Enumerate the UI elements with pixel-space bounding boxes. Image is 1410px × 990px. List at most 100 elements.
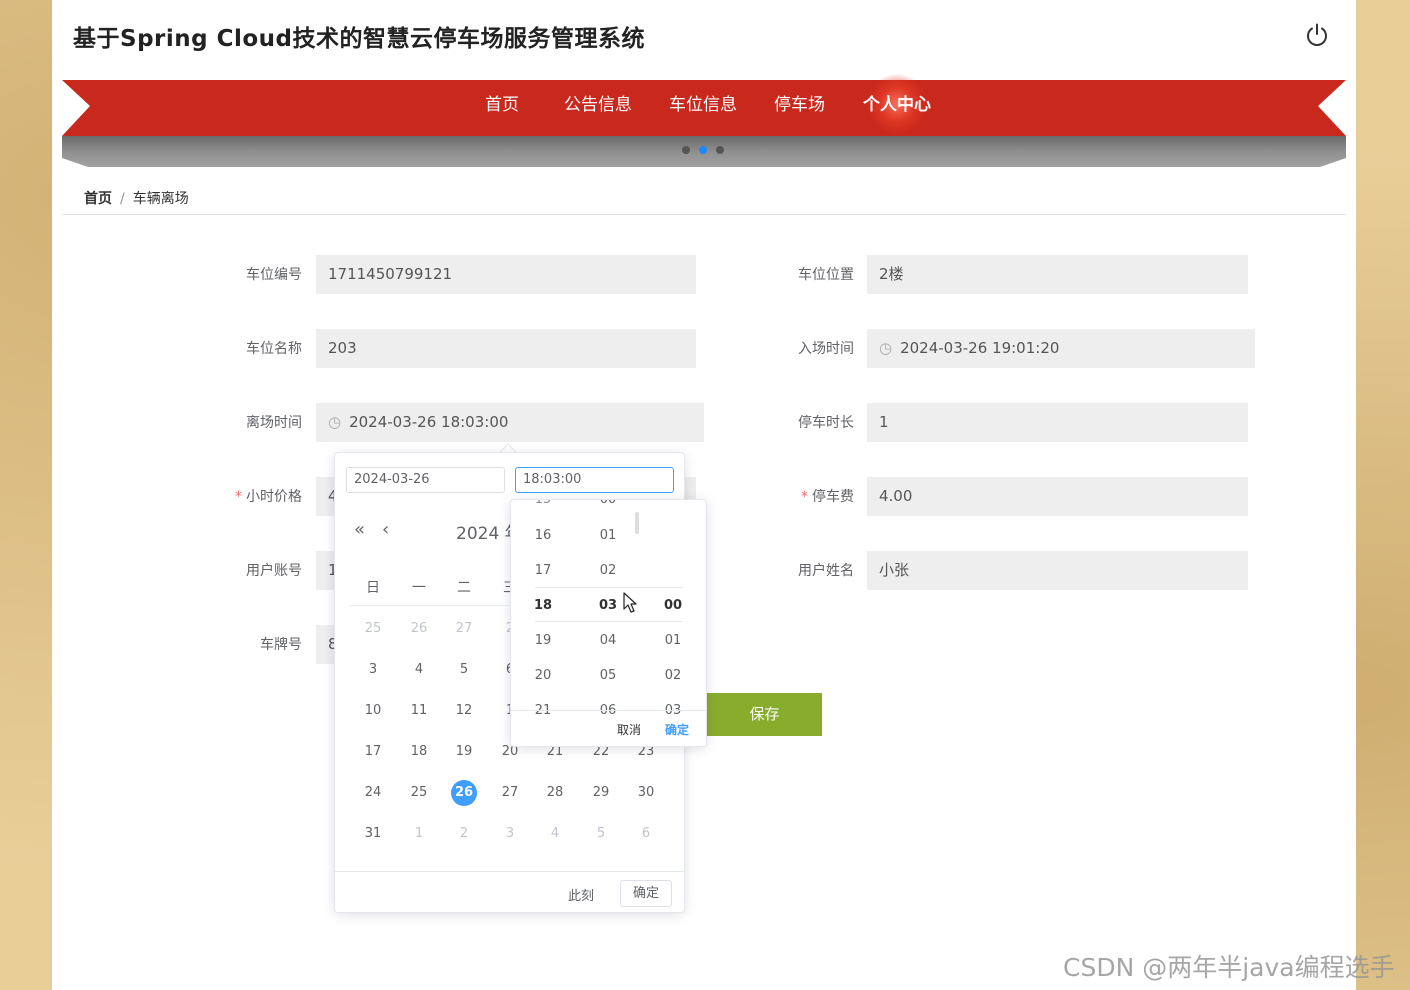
calendar-day[interactable]: 29 <box>586 780 616 806</box>
breadcrumb: 首页 / 车辆离场 <box>84 188 189 208</box>
calendar-day[interactable]: 11 <box>404 698 434 724</box>
space-location-field[interactable]: 2楼 <box>867 255 1248 294</box>
duration-field[interactable]: 1 <box>867 403 1248 442</box>
space-name-label: 车位名称 <box>246 341 302 357</box>
picker-confirm-button[interactable]: 确定 <box>620 880 672 907</box>
calendar-day[interactable]: 12 <box>449 698 479 724</box>
weekday-sun: 日 <box>366 580 380 596</box>
calendar-day[interactable]: 24 <box>358 780 388 806</box>
breadcrumb-separator: / <box>120 191 125 207</box>
calendar-day[interactable]: 30 <box>631 780 661 806</box>
second-option-selected[interactable]: 00 <box>653 598 693 613</box>
calendar-day[interactable]: 19 <box>449 739 479 765</box>
user-name-label: 用户姓名 <box>798 563 854 579</box>
selection-line-top <box>535 587 683 588</box>
calendar-day[interactable]: 31 <box>358 821 388 847</box>
save-button[interactable]: 保存 <box>707 693 822 736</box>
calendar-day[interactable]: 3 <box>495 821 525 847</box>
selection-line-bottom <box>535 621 683 622</box>
space-number-field[interactable]: 1711450799121 <box>316 255 696 294</box>
user-account-label: 用户账号 <box>246 563 302 579</box>
hourly-price-label: * 小时价格 <box>235 489 302 505</box>
hour-option[interactable]: 19 <box>523 633 563 648</box>
carousel-strip <box>62 136 1346 167</box>
site-title: 基于Spring Cloud技术的智慧云停车场服务管理系统 <box>73 26 646 52</box>
minute-option[interactable]: 00 <box>588 500 628 507</box>
calendar-day[interactable]: 26 <box>404 616 434 642</box>
space-number-label: 车位编号 <box>246 267 302 283</box>
carousel-dot-1[interactable] <box>682 146 690 154</box>
prev-year-icon[interactable]: « <box>354 519 365 540</box>
space-location-label: 车位位置 <box>798 267 854 283</box>
hour-option[interactable]: 17 <box>523 563 563 578</box>
nav-item-personal-center[interactable]: 个人中心 <box>863 90 931 115</box>
second-option[interactable]: 01 <box>653 633 693 648</box>
minute-option[interactable]: 01 <box>588 528 628 543</box>
top-header: 基于Spring Cloud技术的智慧云停车场服务管理系统 <box>52 0 1356 70</box>
hour-option[interactable]: 16 <box>523 528 563 543</box>
weekday-tue: 二 <box>457 580 471 596</box>
nav-item-spaces[interactable]: 车位信息 <box>669 90 737 115</box>
calendar-day[interactable]: 3 <box>358 657 388 683</box>
carousel-dot-2[interactable] <box>699 146 707 154</box>
breadcrumb-divider <box>62 214 1346 215</box>
carousel-dot-3[interactable] <box>716 146 724 154</box>
picker-date-input[interactable]: 2024-03-26 <box>346 467 505 493</box>
calendar-day[interactable]: 27 <box>495 780 525 806</box>
duration-label: 停车时长 <box>798 415 854 431</box>
required-mark: * <box>801 489 808 505</box>
calendar-day[interactable]: 25 <box>404 780 434 806</box>
calendar-day[interactable]: 6 <box>631 821 661 847</box>
calendar-day[interactable]: 4 <box>540 821 570 847</box>
breadcrumb-home[interactable]: 首页 <box>84 191 112 207</box>
calendar-day[interactable]: 2 <box>449 821 479 847</box>
power-icon[interactable] <box>1304 22 1330 48</box>
user-name-field[interactable]: 小张 <box>867 551 1248 590</box>
calendar-day[interactable]: 1 <box>404 821 434 847</box>
scrollbar[interactable] <box>635 512 639 534</box>
minute-option[interactable]: 05 <box>588 668 628 683</box>
calendar-day[interactable]: 4 <box>404 657 434 683</box>
hour-option[interactable]: 20 <box>523 668 563 683</box>
minute-option[interactable]: 04 <box>588 633 628 648</box>
watermark: CSDN @两年半java编程选手 <box>1063 953 1395 982</box>
calendar-day[interactable]: 18 <box>404 739 434 765</box>
clock-icon: ◷ <box>879 339 893 357</box>
picker-time-input[interactable]: 18:03:00 <box>515 467 674 493</box>
now-button[interactable]: 此刻 <box>568 885 594 904</box>
calendar-day-selected[interactable]: 26 <box>451 780 477 806</box>
nav-item-parking-lot[interactable]: 停车场 <box>774 90 825 115</box>
hour-option-selected[interactable]: 18 <box>523 598 563 613</box>
space-name-field[interactable]: 203 <box>316 329 696 368</box>
mouse-cursor-icon <box>623 592 637 613</box>
entry-time-label: 入场时间 <box>798 341 854 357</box>
breadcrumb-current: 车辆离场 <box>132 191 189 207</box>
prev-month-icon[interactable]: ‹ <box>382 519 389 540</box>
parking-fee-field[interactable]: 4.00 <box>867 477 1248 516</box>
required-mark: * <box>235 489 242 505</box>
calendar-day[interactable]: 25 <box>358 616 388 642</box>
plate-label: 车牌号 <box>260 637 302 653</box>
calendar-day[interactable]: 5 <box>586 821 616 847</box>
nav-item-home[interactable]: 首页 <box>485 90 519 115</box>
minute-option-selected[interactable]: 03 <box>588 598 628 613</box>
calendar-day[interactable]: 10 <box>358 698 388 724</box>
time-cancel-button[interactable]: 取消 <box>617 721 641 738</box>
nav-item-notices[interactable]: 公告信息 <box>564 90 632 115</box>
exit-time-field[interactable]: ◷ 2024-03-26 18:03:00 <box>316 403 704 442</box>
time-confirm-button[interactable]: 确定 <box>665 721 689 738</box>
calendar-day[interactable]: 17 <box>358 739 388 765</box>
calendar-day[interactable]: 5 <box>449 657 479 683</box>
exit-time-label: 离场时间 <box>246 415 302 431</box>
parking-fee-label: * 停车费 <box>801 489 854 505</box>
time-spinner: 15 16 17 18 19 20 21 00 01 02 03 04 05 0… <box>510 499 707 747</box>
minute-option[interactable]: 02 <box>588 563 628 578</box>
weekday-mon: 一 <box>412 580 426 596</box>
second-option[interactable]: 02 <box>653 668 693 683</box>
calendar-day[interactable]: 27 <box>449 616 479 642</box>
entry-time-field[interactable]: ◷ 2024-03-26 19:01:20 <box>867 329 1255 368</box>
calendar-day[interactable]: 28 <box>540 780 570 806</box>
hour-option[interactable]: 15 <box>523 500 563 507</box>
clock-icon: ◷ <box>328 413 342 431</box>
main-nav: 首页 公告信息 车位信息 停车场 个人中心 <box>62 74 1346 136</box>
